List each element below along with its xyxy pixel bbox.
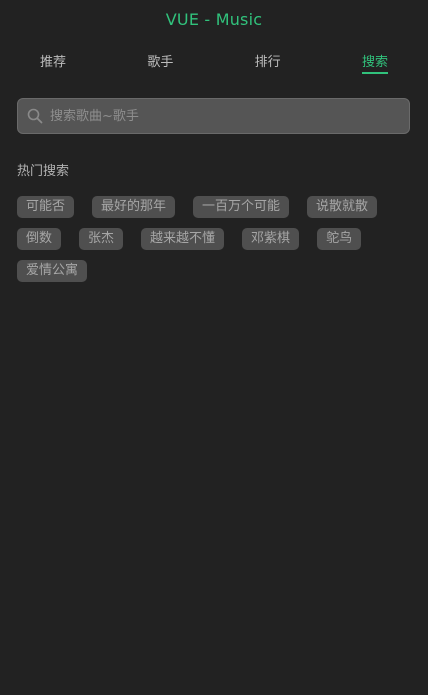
search-icon (26, 107, 44, 125)
hot-search-title: 热门搜索 (17, 164, 70, 179)
app-header: VUE - Music (0, 0, 428, 38)
hot-search-tag[interactable]: 说散就散 (307, 196, 378, 218)
hot-search-tag[interactable]: 张杰 (79, 228, 124, 250)
app-root: VUE - Music 推荐 歌手 排行 搜索 热门搜索 (0, 0, 428, 282)
tab-label: 推荐 (40, 54, 67, 70)
hot-search-tag[interactable]: 最好的那年 (92, 196, 176, 218)
hot-search-section: 热门搜索 可能否 最好的那年 一百万个可能 说散就散 倒数 张杰 越来越不懂 邓… (0, 160, 428, 282)
tab-recommend[interactable]: 推荐 (40, 38, 66, 82)
search-input[interactable] (44, 99, 409, 133)
tab-bar: 推荐 歌手 排行 搜索 (0, 38, 428, 82)
tab-label: 搜索 (361, 54, 388, 70)
hot-search-tag[interactable]: 邓紫棋 (242, 228, 300, 250)
hot-search-tag[interactable]: 可能否 (17, 196, 75, 218)
search-section (0, 82, 428, 134)
tab-singer[interactable]: 歌手 (147, 38, 173, 82)
tab-rank[interactable]: 排行 (255, 38, 281, 82)
hot-search-tag[interactable]: 倒数 (17, 228, 62, 250)
tab-search[interactable]: 搜索 (361, 38, 389, 82)
hot-search-tag[interactable]: 鸵鸟 (317, 228, 362, 250)
hot-search-tag[interactable]: 一百万个可能 (193, 196, 290, 218)
hot-search-tag[interactable]: 越来越不懂 (141, 228, 225, 250)
tab-label: 歌手 (147, 54, 174, 70)
app-title: VUE - Music (165, 10, 263, 29)
hot-search-tag[interactable]: 爱情公寓 (17, 260, 88, 282)
search-box[interactable] (17, 98, 410, 134)
tab-label: 排行 (254, 54, 281, 70)
hot-search-list: 可能否 最好的那年 一百万个可能 说散就散 倒数 张杰 越来越不懂 邓紫棋 鸵鸟… (17, 196, 411, 282)
